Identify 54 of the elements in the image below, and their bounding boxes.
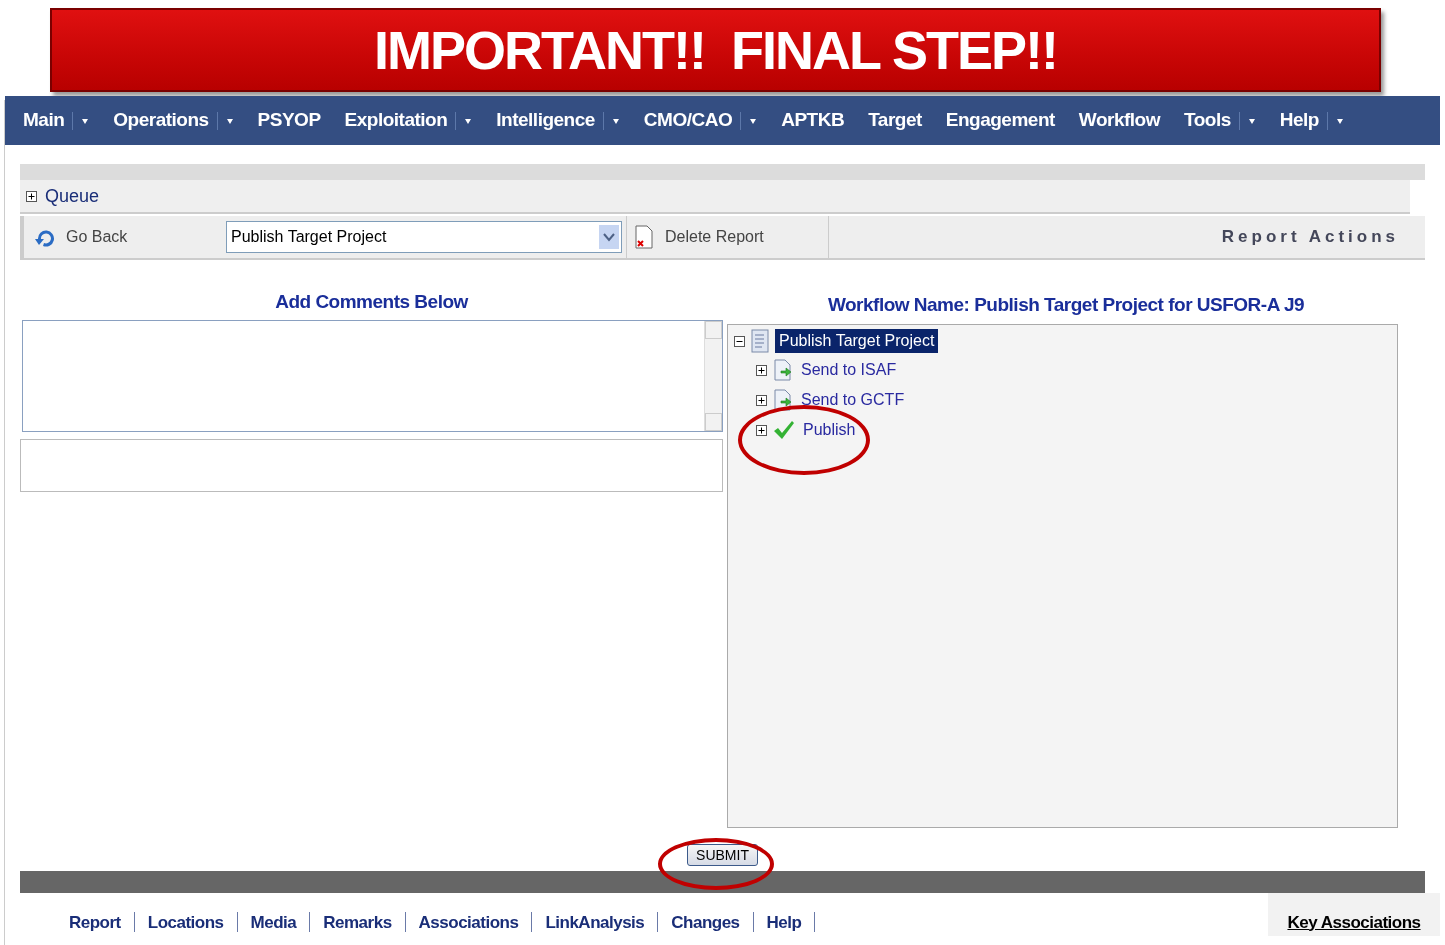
menu-item[interactable]: Help	[1279, 106, 1319, 135]
queue-bar[interactable]: Queue	[20, 180, 1410, 214]
dropdown-icon	[599, 225, 619, 249]
comments-heading: Add Comments Below	[275, 289, 468, 314]
report-select[interactable]: Publish Target Project	[226, 221, 622, 253]
bottom-tab[interactable]: Associations	[405, 909, 532, 935]
menu-item[interactable]: APTKB	[781, 106, 845, 135]
menu-item[interactable]: Main	[23, 106, 65, 135]
bottom-tab[interactable]: Remarks	[310, 909, 405, 935]
expand-icon[interactable]	[756, 424, 767, 436]
menu-item[interactable]: PSYOP	[257, 106, 321, 135]
caret-icon	[611, 116, 620, 125]
document-arrow-icon	[773, 389, 793, 411]
tree-node[interactable]: Publish	[801, 418, 858, 442]
bottom-tab[interactable]: Locations	[134, 909, 237, 935]
menu-item[interactable]: CMO/CAO	[643, 106, 733, 135]
bottom-tab[interactable]: Changes	[658, 909, 753, 935]
comments-field[interactable]	[22, 320, 723, 432]
caret-icon	[464, 116, 473, 125]
caret-icon	[749, 116, 758, 125]
checkmark-icon	[773, 420, 795, 440]
bottom-tab[interactable]: LinkAnalysis	[532, 909, 658, 935]
tree-node[interactable]: Send to GCTF	[799, 388, 907, 412]
menu-item[interactable]: Workflow	[1078, 106, 1160, 135]
banner-title: IMPORTANT!! FINAL STEP!!	[374, 18, 1057, 82]
expand-icon[interactable]	[756, 394, 767, 406]
document-delete-icon	[635, 225, 653, 249]
menu-item[interactable]: Target	[868, 106, 922, 135]
delete-report-button[interactable]: Delete Report	[626, 216, 829, 258]
report-actions-title: Report Actions	[1221, 226, 1399, 249]
document-arrow-icon	[773, 359, 793, 381]
tree-node[interactable]: Publish Target Project	[775, 329, 939, 353]
bottom-tab[interactable]: Media	[237, 909, 310, 935]
document-list-icon	[751, 329, 769, 353]
bottom-tab[interactable]: Report	[56, 909, 134, 935]
expand-icon[interactable]	[26, 190, 37, 202]
tree-node[interactable]: Send to ISAF	[799, 358, 899, 382]
bottom-tab[interactable]: Help	[753, 909, 815, 935]
caret-icon	[225, 116, 234, 125]
menu-item[interactable]: Tools	[1184, 106, 1231, 135]
expand-icon[interactable]	[756, 364, 767, 376]
caret-icon	[1335, 116, 1344, 125]
menu-item[interactable]: Operations	[113, 106, 209, 135]
collapse-icon[interactable]	[734, 335, 745, 347]
menu-item[interactable]: Engagement	[945, 106, 1055, 135]
menu-item[interactable]: Exploitation	[344, 106, 448, 135]
key-associations-link[interactable]: Key Associations	[1287, 909, 1421, 935]
caret-icon	[1247, 116, 1256, 125]
menu-item[interactable]: Intelligence	[496, 106, 595, 135]
caret-icon	[81, 116, 90, 125]
submit-button[interactable]: SUBMIT	[687, 843, 758, 866]
select-value: Publish Target Project	[231, 227, 387, 247]
queue-label: Queue	[45, 184, 100, 208]
workflow-heading: Workflow Name: Publish Target Project for USFOR-A J9	[827, 292, 1305, 317]
